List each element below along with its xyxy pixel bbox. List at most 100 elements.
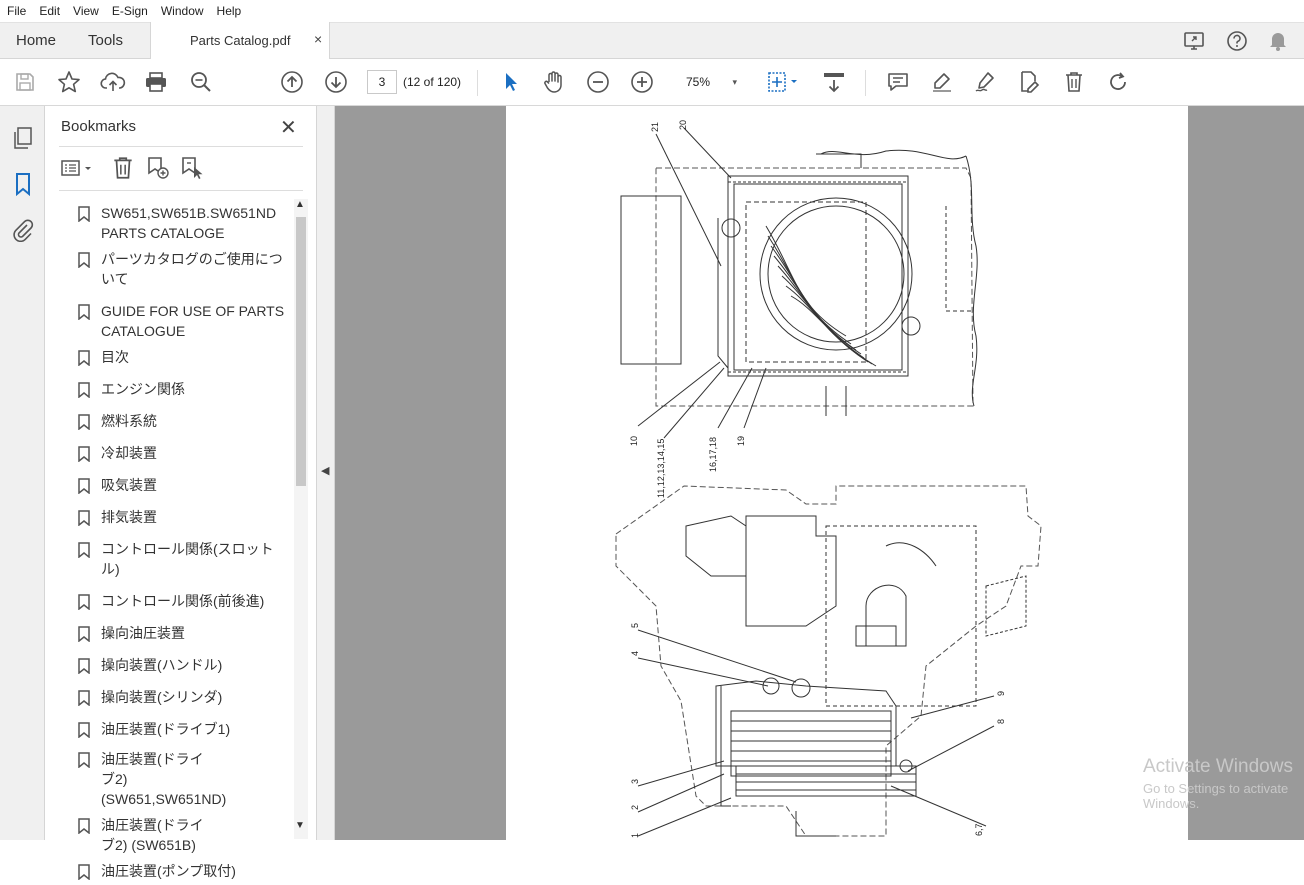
bookmark-item[interactable]: SW651,SW651B.SW651ND PARTS CATALOGE <box>75 203 290 243</box>
bookmark-icon <box>78 350 90 371</box>
callout-label: 10 <box>629 436 639 446</box>
zoom-level-select[interactable]: 75% ▾ <box>673 70 745 94</box>
tab-document[interactable]: Parts Catalog.pdf × <box>150 22 330 60</box>
cloud-upload-icon[interactable] <box>100 69 126 95</box>
menu-file[interactable]: File <box>0 4 32 18</box>
bookmark-options-icon[interactable] <box>59 157 97 184</box>
bookmark-item[interactable]: 燃料系統 <box>75 411 290 431</box>
tab-bar: Home Tools Parts Catalog.pdf × <box>0 22 1304 60</box>
bookmark-icon <box>78 690 90 711</box>
bookmark-item[interactable]: エンジン関係 <box>75 379 290 399</box>
bookmark-list: SW651,SW651B.SW651ND PARTS CATALOGE パーツカ… <box>75 203 290 881</box>
bookmark-icon <box>78 446 90 467</box>
callout-label: 3 <box>630 779 640 784</box>
menu-bar: File Edit View E-Sign Window Help <box>0 0 1304 22</box>
main-toolbar: 3 (12 of 120) 75% ▾ <box>0 59 1304 106</box>
bookmark-icon <box>78 752 90 773</box>
bookmark-item[interactable]: コントロール関係(前後進) <box>75 591 290 611</box>
scrollbar-thumb[interactable] <box>296 217 306 486</box>
zoom-out-icon[interactable] <box>585 69 611 95</box>
close-panel-icon[interactable]: ✕ <box>280 115 297 140</box>
bookmark-icon <box>78 510 90 531</box>
new-bookmark-icon[interactable] <box>145 155 171 186</box>
page-count-label: (12 of 120) <box>403 75 462 89</box>
bookmark-icon <box>78 252 90 273</box>
callout-label: 20 <box>678 120 688 130</box>
delete-icon[interactable] <box>1061 69 1087 95</box>
fit-page-icon[interactable] <box>765 69 801 95</box>
bookmark-item[interactable]: 排気装置 <box>75 507 290 527</box>
callout-label: 2 <box>630 805 640 810</box>
draw-sign-icon[interactable] <box>972 69 998 95</box>
bookmark-item[interactable]: 油圧装置(ドライブ2) (SW651,SW651ND) <box>75 749 226 809</box>
bookmark-item[interactable]: コントロール関係(スロットル) <box>75 539 290 579</box>
callout-label: 8 <box>996 719 1006 724</box>
menu-edit[interactable]: Edit <box>32 4 66 18</box>
bookmark-item[interactable]: 目次 <box>75 347 290 367</box>
attachments-paperclip-icon[interactable] <box>11 218 35 243</box>
print-icon[interactable] <box>143 69 169 95</box>
delete-bookmark-icon[interactable] <box>111 155 135 186</box>
tab-home[interactable]: Home <box>16 32 56 49</box>
bookmark-item[interactable]: GUIDE FOR USE OF PARTS CATALOGUE <box>75 301 290 341</box>
rotate-icon[interactable] <box>1105 69 1131 95</box>
panel-collapse-handle[interactable]: ◀ <box>317 106 335 840</box>
scroll-mode-icon[interactable] <box>820 69 848 95</box>
activation-watermark-text: Go to Settings to activate Windows. <box>1143 781 1289 811</box>
next-page-icon[interactable] <box>323 69 349 95</box>
notifications-bell-icon[interactable] <box>1268 30 1288 57</box>
menu-esign[interactable]: E-Sign <box>105 4 154 18</box>
bookmark-star-icon[interactable] <box>56 69 82 95</box>
scroll-up-icon[interactable]: ▲ <box>295 199 305 210</box>
toolbar-divider <box>865 70 866 96</box>
zoom-in-icon[interactable] <box>629 69 655 95</box>
bookmark-icon <box>78 382 90 403</box>
bookmarks-panel: Bookmarks ✕ SW651,SW651B.SW651ND PARTS C… <box>45 106 317 881</box>
navigation-rail <box>0 106 45 840</box>
hand-tool-icon[interactable] <box>541 69 567 95</box>
bookmarks-scrollbar[interactable]: ▲ ▼ <box>294 199 308 839</box>
bookmark-item[interactable]: 吸気装置 <box>75 475 290 495</box>
bookmark-icon <box>78 658 90 679</box>
activation-watermark-title: Activate Windows <box>1143 756 1293 777</box>
bookmarks-rail-icon[interactable] <box>11 172 35 197</box>
callout-label: 19 <box>736 436 746 446</box>
panel-divider <box>59 146 303 147</box>
tab-document-label: Parts Catalog.pdf <box>190 33 291 48</box>
bookmark-item[interactable]: 操向装置(シリンダ) <box>75 687 290 707</box>
callout-label: 11,12,13,14,15 <box>656 439 666 498</box>
scroll-down-icon[interactable]: ▼ <box>295 820 305 831</box>
menu-help[interactable]: Help <box>210 4 248 18</box>
highlight-pen-icon[interactable] <box>929 69 955 95</box>
save-icon[interactable] <box>12 69 38 95</box>
tab-close-icon[interactable]: × <box>314 31 322 47</box>
help-icon[interactable] <box>1226 30 1248 57</box>
toolbar-divider <box>477 70 478 96</box>
zoom-level-value: 75% <box>686 75 711 89</box>
menu-view[interactable]: View <box>66 4 105 18</box>
previous-page-icon[interactable] <box>279 69 305 95</box>
page-thumbnails-icon[interactable] <box>11 126 35 150</box>
page-number-input[interactable]: 3 <box>367 70 397 94</box>
bookmark-item[interactable]: 油圧装置(ドライブ2) (SW651B) <box>75 815 215 855</box>
share-screen-icon[interactable] <box>1183 30 1207 57</box>
bookmark-item[interactable]: 油圧装置(ドライブ1) <box>75 719 290 739</box>
edit-document-icon[interactable] <box>1016 69 1042 95</box>
bookmark-item[interactable]: 冷却装置 <box>75 443 290 463</box>
select-cursor-icon[interactable] <box>497 69 523 95</box>
bookmark-item[interactable]: パーツカタログのご使用について <box>75 249 290 289</box>
bookmark-item[interactable]: 操向装置(ハンドル) <box>75 655 290 675</box>
parts-drawing: 21 20 10 11,12,13,14,15 16,17,18 19 5 4 … <box>615 120 1042 838</box>
document-viewport[interactable]: 21 20 10 11,12,13,14,15 16,17,18 19 5 4 … <box>335 106 1304 840</box>
find-zoom-icon[interactable] <box>188 69 214 95</box>
bookmark-icon <box>78 542 90 563</box>
comment-icon[interactable] <box>885 69 911 95</box>
bookmark-item[interactable]: 油圧装置(ポンプ取付) <box>75 861 290 881</box>
bookmark-item[interactable]: 操向油圧装置 <box>75 623 290 643</box>
bookmark-icon <box>78 594 90 615</box>
tab-tools[interactable]: Tools <box>88 32 123 49</box>
menu-window[interactable]: Window <box>154 4 210 18</box>
bookmark-icon <box>78 478 90 499</box>
bookmark-from-selection-icon[interactable] <box>179 155 205 186</box>
callout-label: 9 <box>996 691 1006 696</box>
